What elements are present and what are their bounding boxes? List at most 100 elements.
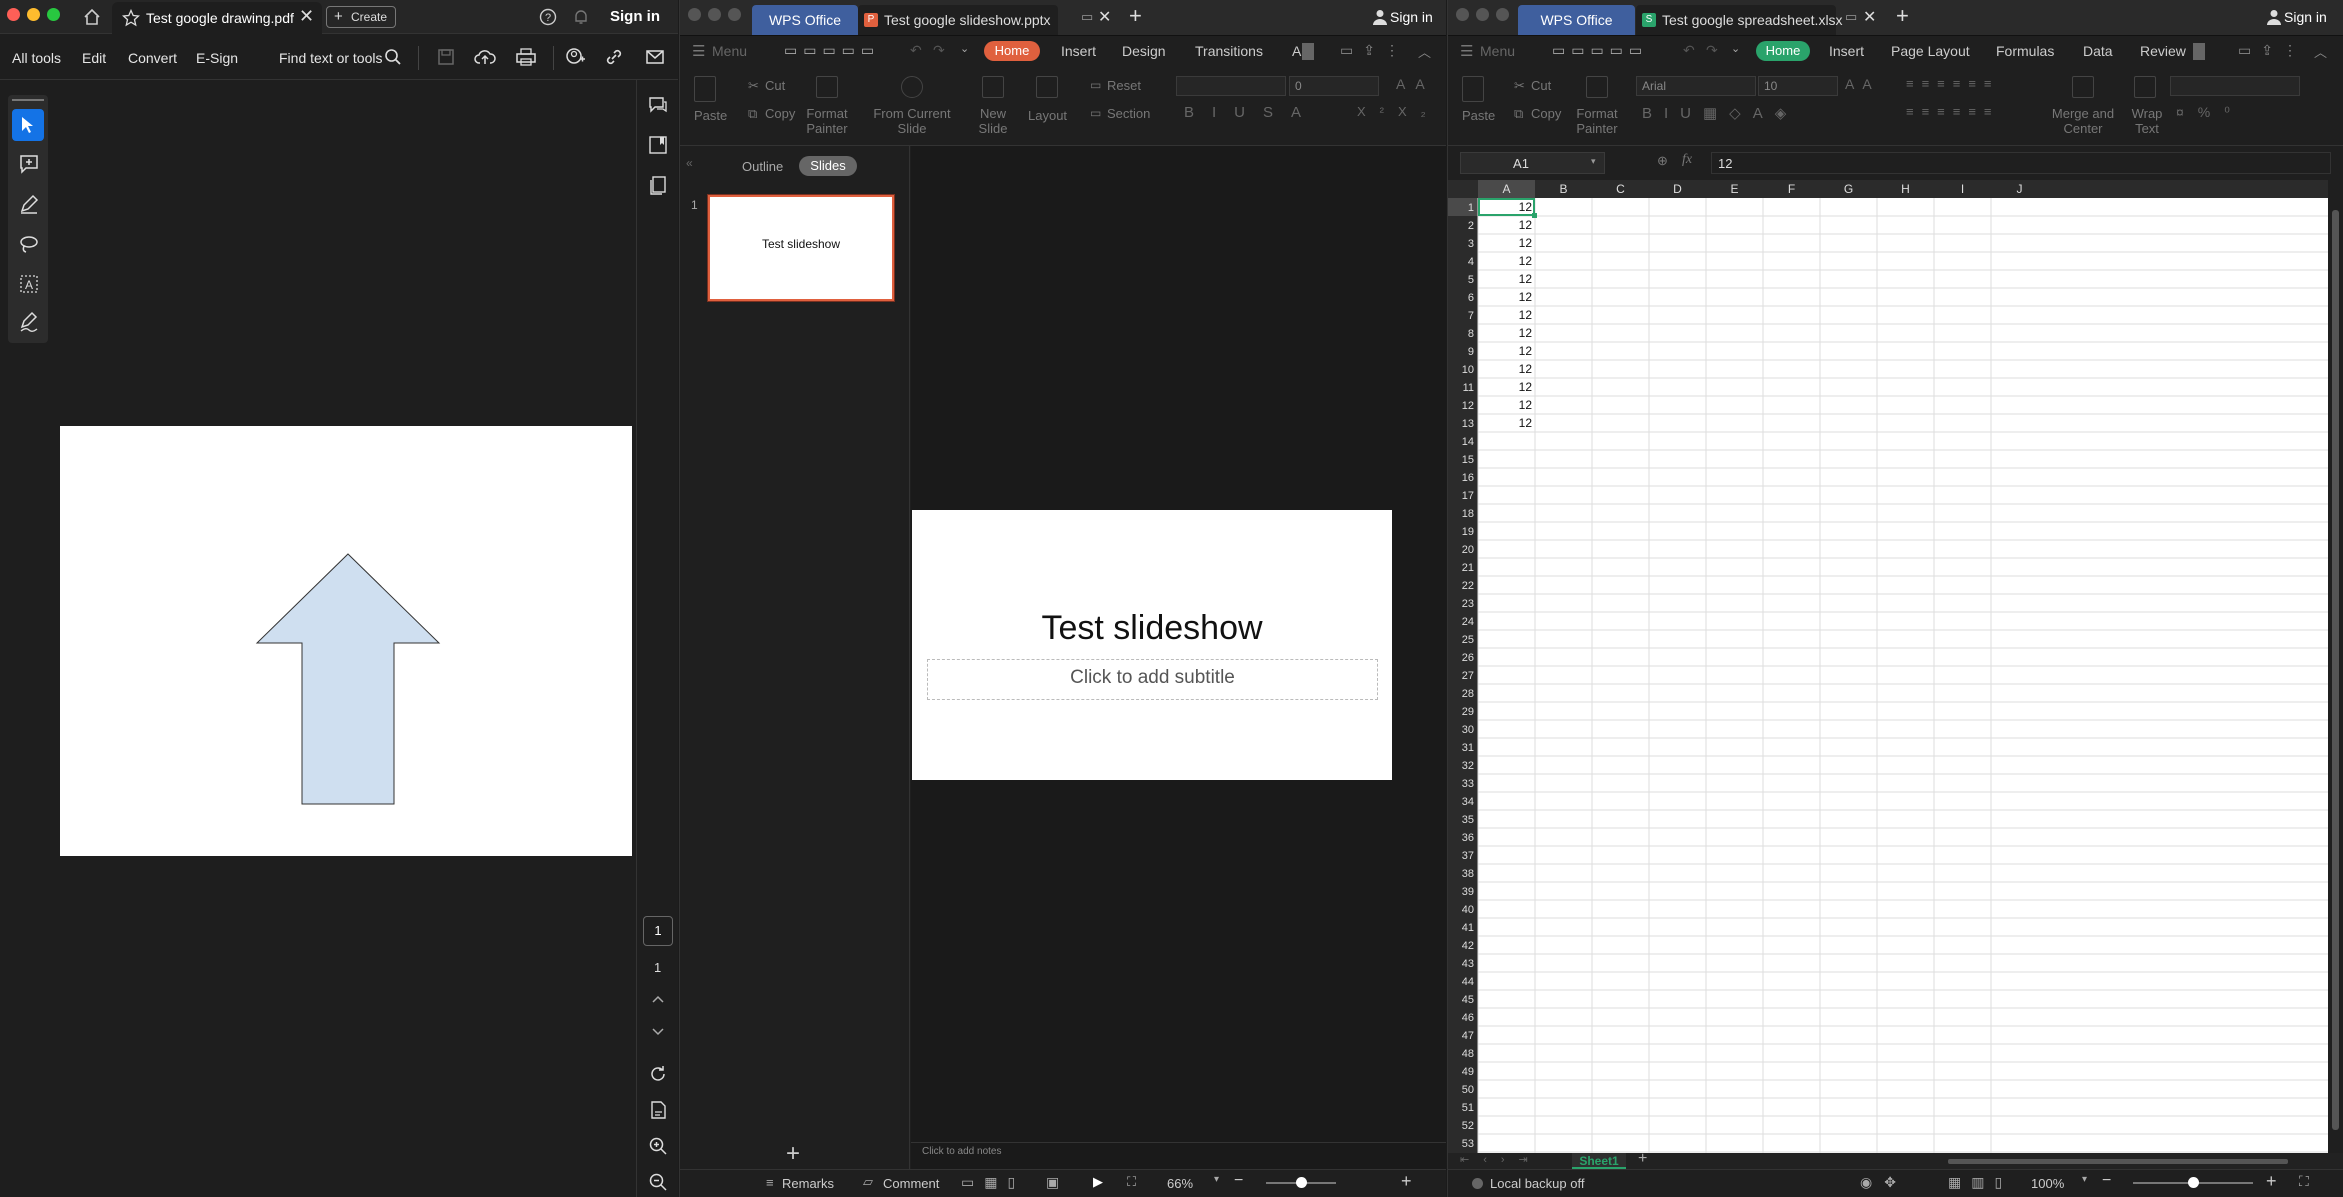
- sheet-nav-icons[interactable]: ⇤‹›⇥: [1460, 1153, 1542, 1166]
- status-tool-icons[interactable]: ◉✥: [1860, 1174, 1908, 1191]
- wrap-text-label[interactable]: Wrap Text: [2128, 106, 2166, 136]
- row-header[interactable]: 49: [1462, 1066, 1474, 1078]
- minimize-window-button[interactable]: [1476, 8, 1489, 21]
- menu-design[interactable]: Design: [1122, 43, 1166, 59]
- cell-a8[interactable]: 12: [1519, 326, 1533, 340]
- font-size-select[interactable]: 10: [1758, 76, 1838, 96]
- minimize-window-button[interactable]: [708, 8, 721, 21]
- fx-icon[interactable]: fx: [1682, 152, 1692, 168]
- cell-a13[interactable]: 12: [1519, 416, 1533, 430]
- row-header[interactable]: 16: [1462, 472, 1474, 484]
- menu-convert[interactable]: Convert: [128, 50, 177, 66]
- close-window-button[interactable]: [1456, 8, 1469, 21]
- cut-label[interactable]: Cut: [1531, 78, 1551, 93]
- row-header[interactable]: 10: [1462, 364, 1474, 376]
- quick-access-icons[interactable]: ▭▭▭▭▭: [1552, 42, 1648, 59]
- cut-icon[interactable]: ✂: [748, 78, 759, 94]
- close-window-button[interactable]: [7, 8, 20, 21]
- zoom-out-icon[interactable]: [648, 1172, 668, 1192]
- fit-slide-icon[interactable]: ⛶: [1127, 1174, 1136, 1190]
- row-header[interactable]: 26: [1462, 652, 1474, 664]
- zoom-window-button[interactable]: [47, 8, 60, 21]
- close-tab-icon[interactable]: ✕: [1098, 7, 1111, 27]
- format-painter-icon[interactable]: [1586, 76, 1608, 98]
- menu-insert[interactable]: Insert: [1061, 43, 1096, 59]
- number-format-icons[interactable]: ¤%⁰: [2176, 104, 2244, 121]
- close-tab-icon[interactable]: ✕: [1863, 7, 1876, 27]
- home-icon[interactable]: [83, 8, 101, 26]
- reset-label[interactable]: Reset: [1107, 78, 1141, 93]
- quick-access-icons[interactable]: ▭▭▭▭▭: [784, 42, 880, 59]
- reset-icon[interactable]: ▭: [1090, 78, 1101, 92]
- menu-home[interactable]: Home: [1756, 41, 1810, 61]
- star-icon[interactable]: [122, 9, 140, 27]
- row-header[interactable]: 25: [1462, 634, 1474, 646]
- collapse-ribbon-icon[interactable]: ︿: [2314, 42, 2327, 61]
- row-header[interactable]: 47: [1462, 1030, 1474, 1042]
- zoom-dropdown-icon[interactable]: ▾: [2082, 1174, 2087, 1185]
- row-header[interactable]: 34: [1462, 796, 1474, 808]
- redo-icon[interactable]: ↷: [933, 42, 945, 59]
- zoom-out-button[interactable]: −: [1234, 1172, 1243, 1190]
- grid-canvas[interactable]: A B C D E F G H I J123456789101112131415161718192…: [1448, 180, 2328, 1153]
- row-header[interactable]: 15: [1462, 454, 1474, 466]
- zoom-in-icon[interactable]: [648, 1136, 668, 1156]
- page-down-icon[interactable]: [650, 1025, 666, 1039]
- layout-icon[interactable]: [1036, 76, 1058, 98]
- column-header-i[interactable]: I: [1961, 182, 1964, 196]
- merge-center-label[interactable]: Merge and Center: [2038, 106, 2128, 136]
- copy-icon[interactable]: ⧉: [1514, 106, 1523, 122]
- user-icon[interactable]: [1373, 9, 1387, 25]
- wps-office-tab[interactable]: WPS Office: [752, 5, 858, 35]
- font-style-icons[interactable]: BIUSA: [1184, 104, 1319, 121]
- horizontal-scroll-thumb[interactable]: [1948, 1159, 2288, 1164]
- row-header[interactable]: 36: [1462, 832, 1474, 844]
- row-header[interactable]: 12: [1462, 400, 1474, 412]
- slide-canvas[interactable]: Test slideshow Click to add subtitle: [912, 510, 1392, 780]
- menu-all-tools[interactable]: All tools: [12, 50, 61, 66]
- comment-button[interactable]: Comment: [883, 1176, 939, 1191]
- column-header-e[interactable]: E: [1730, 182, 1738, 196]
- row-header[interactable]: 50: [1462, 1084, 1474, 1096]
- font-size-select[interactable]: 0: [1289, 76, 1379, 96]
- highlight-pen-icon[interactable]: [18, 193, 40, 215]
- row-header[interactable]: 33: [1462, 778, 1474, 790]
- close-tab-icon[interactable]: ✕: [299, 6, 314, 27]
- print-icon[interactable]: [515, 47, 537, 67]
- menu-animation[interactable]: A: [1292, 43, 1301, 59]
- paste-icon[interactable]: [694, 76, 716, 102]
- zoom-in-button[interactable]: +: [2266, 1171, 2277, 1192]
- row-header[interactable]: 53: [1462, 1138, 1474, 1150]
- row-header[interactable]: 35: [1462, 814, 1474, 826]
- menu-edit[interactable]: Edit: [82, 50, 106, 66]
- column-header-h[interactable]: H: [1901, 182, 1910, 196]
- vertical-scroll-thumb[interactable]: [2332, 210, 2339, 1130]
- row-header[interactable]: 30: [1462, 724, 1474, 736]
- row-header[interactable]: 17: [1462, 490, 1474, 502]
- new-slide-label[interactable]: New Slide: [970, 106, 1016, 136]
- row-header[interactable]: 40: [1462, 904, 1474, 916]
- row-header[interactable]: 4: [1468, 256, 1474, 268]
- menu-scroll-right[interactable]: [1302, 43, 1314, 60]
- row-header[interactable]: 28: [1462, 688, 1474, 700]
- lasso-icon[interactable]: [18, 233, 40, 255]
- zoom-slider-thumb[interactable]: [1296, 1177, 1307, 1188]
- cell-a5[interactable]: 12: [1519, 272, 1533, 286]
- customize-icon[interactable]: ⌄: [960, 42, 969, 55]
- hamburger-icon[interactable]: ☰: [1460, 42, 1473, 60]
- add-sheet-icon[interactable]: +: [1638, 1150, 1647, 1168]
- view-mode-icons[interactable]: ▭▦▯: [961, 1174, 1025, 1191]
- zoom-window-button[interactable]: [728, 8, 741, 21]
- find-tools-field[interactable]: Find text or tools: [279, 50, 383, 66]
- redo-icon[interactable]: ↷: [1706, 42, 1718, 59]
- cut-label[interactable]: Cut: [765, 78, 785, 93]
- row-header[interactable]: 20: [1462, 544, 1474, 556]
- rotate-icon[interactable]: [648, 1064, 668, 1084]
- view-mode-icons[interactable]: ▦▥▯: [1948, 1174, 2012, 1191]
- column-header-c[interactable]: C: [1616, 182, 1625, 196]
- zoom-level[interactable]: 100%: [2031, 1176, 2064, 1191]
- slide-thumbnail[interactable]: Test slideshow: [707, 194, 895, 302]
- zoom-window-button[interactable]: [1496, 8, 1509, 21]
- menu-label[interactable]: Menu: [712, 43, 747, 59]
- row-header[interactable]: 19: [1462, 526, 1474, 538]
